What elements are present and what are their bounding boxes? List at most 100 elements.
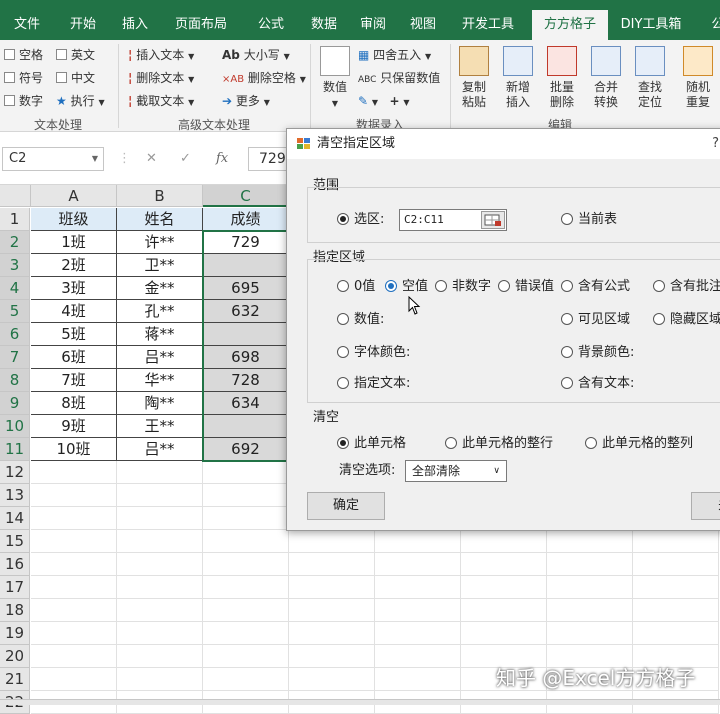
row-header[interactable]: 21: [0, 668, 30, 691]
batch-delete-button[interactable]: 批量删除: [540, 46, 584, 110]
table-cell[interactable]: [375, 599, 461, 622]
table-cell[interactable]: 10班: [31, 438, 117, 461]
radio-specified-text[interactable]: 指定文本:: [337, 376, 410, 392]
copy-paste-button[interactable]: 复制粘贴: [452, 46, 496, 110]
table-cell[interactable]: [203, 415, 289, 438]
table-cell[interactable]: [461, 599, 547, 622]
tab-10[interactable]: 方方格子: [532, 10, 608, 40]
table-cell[interactable]: [117, 645, 203, 668]
row-header[interactable]: 19: [0, 622, 30, 645]
keep-numeric-button[interactable]: ABC 只保留数值: [358, 69, 440, 89]
range-picker-button[interactable]: [481, 211, 505, 229]
execute-button[interactable]: ★ 执行 ▼: [56, 92, 105, 112]
radio-has-comment[interactable]: 含有批注: [653, 279, 720, 295]
table-cell[interactable]: 4班: [31, 300, 117, 323]
table-cell[interactable]: [375, 622, 461, 645]
table-header-cell[interactable]: 姓名: [117, 208, 203, 231]
table-cell[interactable]: 634: [203, 392, 289, 415]
find-locate-button[interactable]: 查找定位: [628, 46, 672, 110]
table-cell[interactable]: [117, 668, 203, 691]
data-entry-tools[interactable]: ✎ ▼ + ▼: [358, 92, 410, 112]
row-header[interactable]: 2: [0, 231, 30, 254]
row-header[interactable]: 3: [0, 254, 30, 277]
numeric-button[interactable]: 数值 ▼: [314, 46, 356, 111]
table-cell[interactable]: [203, 461, 289, 484]
name-box[interactable]: C2 ▼: [2, 147, 104, 171]
radio-current-sheet[interactable]: 当前表: [561, 212, 617, 228]
check-icon[interactable]: ✓: [180, 151, 191, 166]
table-cell[interactable]: [31, 553, 117, 576]
add-insert-button[interactable]: 新增插入: [496, 46, 540, 110]
table-cell[interactable]: [31, 645, 117, 668]
table-cell[interactable]: [203, 576, 289, 599]
table-cell[interactable]: 692: [203, 438, 289, 461]
table-cell[interactable]: 6班: [31, 346, 117, 369]
radio-selection[interactable]: 选区:: [337, 212, 384, 228]
tab-9[interactable]: 开发工具: [452, 10, 524, 40]
table-cell[interactable]: [375, 530, 461, 553]
table-cell[interactable]: [289, 576, 375, 599]
extract-text-button[interactable]: ¦ 截取文本 ▼: [128, 92, 194, 112]
table-cell[interactable]: [117, 484, 203, 507]
table-cell[interactable]: 2班: [31, 254, 117, 277]
table-cell[interactable]: 729: [203, 231, 289, 254]
radio-visible-area[interactable]: 可见区域: [561, 312, 630, 328]
table-cell[interactable]: [31, 507, 117, 530]
table-cell[interactable]: [203, 668, 289, 691]
radio-error-value[interactable]: 错误值: [498, 279, 554, 295]
table-cell[interactable]: 9班: [31, 415, 117, 438]
table-cell[interactable]: 632: [203, 300, 289, 323]
table-cell[interactable]: 华**: [117, 369, 203, 392]
table-cell[interactable]: [31, 599, 117, 622]
radio-bg-color[interactable]: 背景颜色:: [561, 345, 634, 361]
table-cell[interactable]: [461, 622, 547, 645]
table-cell[interactable]: [203, 599, 289, 622]
table-cell[interactable]: [117, 576, 203, 599]
table-cell[interactable]: [31, 530, 117, 553]
radio-font-color[interactable]: 字体颜色:: [337, 345, 410, 361]
table-cell[interactable]: [203, 323, 289, 346]
delete-text-button[interactable]: ¦ 删除文本 ▼: [128, 69, 194, 89]
insert-text-button[interactable]: ¦ 插入文本 ▼: [128, 46, 194, 66]
table-cell[interactable]: [547, 530, 633, 553]
row-header[interactable]: 8: [0, 369, 30, 392]
table-cell[interactable]: [31, 484, 117, 507]
table-cell[interactable]: [203, 553, 289, 576]
table-cell[interactable]: 8班: [31, 392, 117, 415]
round-button[interactable]: ▦ 四舍五入 ▼: [358, 46, 431, 66]
tab-4[interactable]: 页面布局: [164, 10, 238, 40]
radio-non-numeric[interactable]: 非数字: [435, 279, 491, 295]
tab-8[interactable]: 视图: [400, 10, 446, 40]
column-header[interactable]: C: [203, 185, 289, 207]
table-cell[interactable]: [461, 530, 547, 553]
help-icon[interactable]: ?: [712, 129, 719, 159]
table-cell[interactable]: [117, 553, 203, 576]
more-button[interactable]: ➔ 更多 ▼: [222, 92, 270, 112]
table-cell[interactable]: [203, 530, 289, 553]
row-header[interactable]: 10: [0, 415, 30, 438]
table-cell[interactable]: 金**: [117, 277, 203, 300]
row-header[interactable]: 20: [0, 645, 30, 668]
table-cell[interactable]: [117, 599, 203, 622]
row-header[interactable]: 5: [0, 300, 30, 323]
merge-convert-button[interactable]: 合并转换: [584, 46, 628, 110]
ok-button[interactable]: 确定: [307, 492, 385, 520]
radio-clear-column[interactable]: 此单元格的整列: [585, 436, 693, 452]
table-cell[interactable]: 5班: [31, 323, 117, 346]
table-cell[interactable]: 1班: [31, 231, 117, 254]
row-header[interactable]: 6: [0, 323, 30, 346]
table-cell[interactable]: [31, 576, 117, 599]
tab-12[interactable]: 公: [698, 10, 720, 40]
table-cell[interactable]: [289, 622, 375, 645]
cancel-button[interactable]: 关: [691, 492, 720, 520]
table-cell[interactable]: 吕**: [117, 438, 203, 461]
radio-zero-value[interactable]: 0值: [337, 279, 375, 295]
table-cell[interactable]: [289, 599, 375, 622]
table-cell[interactable]: [547, 553, 633, 576]
table-cell[interactable]: 许**: [117, 231, 203, 254]
table-cell[interactable]: [117, 461, 203, 484]
function-icon[interactable]: fx: [216, 151, 228, 166]
table-header-cell[interactable]: 班级: [31, 208, 117, 231]
row-header[interactable]: 7: [0, 346, 30, 369]
checkbox-number[interactable]: 数字: [4, 92, 43, 110]
